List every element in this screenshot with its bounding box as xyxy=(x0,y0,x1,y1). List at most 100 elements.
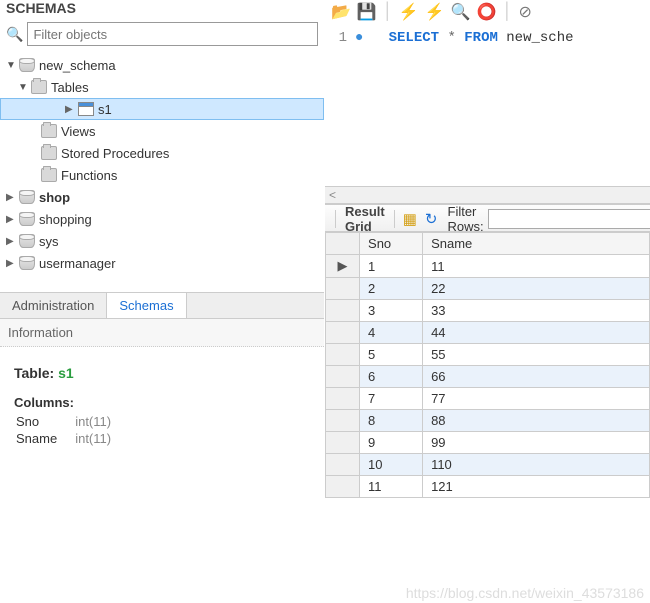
database-icon xyxy=(18,233,36,249)
schema-usermanager[interactable]: ▶ usermanager xyxy=(0,252,324,274)
row-marker[interactable] xyxy=(326,476,360,498)
table-row[interactable]: 444 xyxy=(326,322,650,344)
explain-icon[interactable]: 🔍 xyxy=(451,2,471,22)
row-marker[interactable] xyxy=(326,410,360,432)
chevron-right-icon[interactable]: ▶ xyxy=(6,258,16,269)
schema-shop[interactable]: ▶ shop xyxy=(0,186,324,208)
cell[interactable]: 11 xyxy=(360,476,423,498)
table-row[interactable]: 555 xyxy=(326,344,650,366)
folder-stored-procedures[interactable]: Stored Procedures xyxy=(0,142,324,164)
row-marker[interactable] xyxy=(326,454,360,476)
cell[interactable]: 110 xyxy=(423,454,650,476)
cell[interactable]: 77 xyxy=(423,388,650,410)
cell[interactable]: 7 xyxy=(360,388,423,410)
cell[interactable]: 55 xyxy=(423,344,650,366)
cell[interactable]: 22 xyxy=(423,278,650,300)
row-marker[interactable] xyxy=(326,388,360,410)
cell[interactable]: 3 xyxy=(360,300,423,322)
columns-list: Sno int(11) Sname int(11) xyxy=(14,412,119,448)
chevron-down-icon[interactable]: ▼ xyxy=(18,82,28,93)
schema-label: shop xyxy=(39,190,70,205)
cell[interactable]: 88 xyxy=(423,410,650,432)
information-body: Table: s1 Columns: Sno int(11) Sname int… xyxy=(0,347,324,466)
row-marker[interactable] xyxy=(326,322,360,344)
table-row[interactable]: 999 xyxy=(326,432,650,454)
result-header[interactable]: Sname xyxy=(423,233,650,255)
column-name: Sname xyxy=(16,431,63,446)
chevron-right-icon[interactable]: ▶ xyxy=(65,104,75,115)
row-header-blank xyxy=(326,233,360,255)
folder-label: Stored Procedures xyxy=(61,146,169,161)
schema-shopping[interactable]: ▶ shopping xyxy=(0,208,324,230)
cell[interactable]: 9 xyxy=(360,432,423,454)
result-grid[interactable]: Sno Sname ▶11122233344455566677788899910… xyxy=(325,232,650,498)
sql-toolbar: 📂 💾 │ ⚡ ⚡ 🔍 ⭕ │ ⊘ xyxy=(325,0,650,26)
cell[interactable]: 6 xyxy=(360,366,423,388)
table-row[interactable]: 222 xyxy=(326,278,650,300)
result-grid-bar: Result Grid ▦ ↻ Filter Rows: xyxy=(325,204,650,232)
schema-sys[interactable]: ▶ sys xyxy=(0,230,324,252)
dirty-dot-icon: ● xyxy=(355,30,363,46)
row-marker[interactable]: ▶ xyxy=(326,255,360,278)
table-row[interactable]: 777 xyxy=(326,388,650,410)
table-name-text: s1 xyxy=(58,365,74,381)
folder-icon xyxy=(40,123,58,139)
folder-label: Views xyxy=(61,124,95,139)
cell[interactable]: 99 xyxy=(423,432,650,454)
table-row[interactable]: 888 xyxy=(326,410,650,432)
columns-label: Columns: xyxy=(14,395,310,410)
table-row[interactable]: 666 xyxy=(326,366,650,388)
table-s1[interactable]: ▶ s1 xyxy=(0,98,324,120)
cell[interactable]: 44 xyxy=(423,322,650,344)
save-icon[interactable]: 💾 xyxy=(357,2,377,22)
sql-editor[interactable]: 1● SELECT * FROM new_sche xyxy=(325,26,650,186)
separator-icon: │ xyxy=(503,3,513,21)
grid-view-icon[interactable]: ▦ xyxy=(403,210,417,228)
table-row[interactable]: ▶111 xyxy=(326,255,650,278)
filter-objects-input[interactable] xyxy=(27,22,318,46)
table-row[interactable]: 11121 xyxy=(326,476,650,498)
chevron-right-icon[interactable]: ▶ xyxy=(6,236,16,247)
refresh-icon[interactable]: ↻ xyxy=(425,210,438,228)
execute-step-icon[interactable]: ⚡ xyxy=(425,2,445,22)
chevron-right-icon[interactable]: ▶ xyxy=(6,192,16,203)
sql-identifier: new_sche xyxy=(506,30,573,46)
separator-icon: │ xyxy=(383,3,393,21)
cell[interactable]: 33 xyxy=(423,300,650,322)
cell[interactable]: 10 xyxy=(360,454,423,476)
stop-icon[interactable]: ⭕ xyxy=(477,2,497,22)
row-marker[interactable] xyxy=(326,300,360,322)
chevron-down-icon[interactable]: ▼ xyxy=(6,60,16,71)
result-header[interactable]: Sno xyxy=(360,233,423,255)
folder-views[interactable]: Views xyxy=(0,120,324,142)
cell[interactable]: 8 xyxy=(360,410,423,432)
folder-functions[interactable]: Functions xyxy=(0,164,324,186)
cell[interactable]: 2 xyxy=(360,278,423,300)
table-row[interactable]: 10110 xyxy=(326,454,650,476)
cell[interactable]: 11 xyxy=(423,255,650,278)
table-row[interactable]: 333 xyxy=(326,300,650,322)
chevron-right-icon[interactable]: ▶ xyxy=(6,214,16,225)
execute-icon[interactable]: ⚡ xyxy=(399,2,419,22)
filter-rows-input[interactable] xyxy=(488,209,650,229)
limit-icon[interactable]: ⊘ xyxy=(519,2,532,22)
cell[interactable]: 5 xyxy=(360,344,423,366)
tab-administration[interactable]: Administration xyxy=(0,293,106,318)
row-marker[interactable] xyxy=(326,366,360,388)
cell[interactable]: 1 xyxy=(360,255,423,278)
cell[interactable]: 121 xyxy=(423,476,650,498)
panel-tabs: Administration Schemas xyxy=(0,292,324,319)
cell[interactable]: 66 xyxy=(423,366,650,388)
tab-schemas[interactable]: Schemas xyxy=(106,292,186,318)
folder-label: Tables xyxy=(51,80,89,95)
row-marker[interactable] xyxy=(326,432,360,454)
row-marker[interactable] xyxy=(326,344,360,366)
horizontal-scrollbar[interactable]: < xyxy=(325,186,650,204)
database-icon xyxy=(18,255,36,271)
cell[interactable]: 4 xyxy=(360,322,423,344)
folder-tables[interactable]: ▼ Tables xyxy=(0,76,324,98)
row-marker[interactable] xyxy=(326,278,360,300)
open-icon[interactable]: 📂 xyxy=(331,2,351,22)
schema-label: new_schema xyxy=(39,58,116,73)
schema-new_schema[interactable]: ▼ new_schema xyxy=(0,54,324,76)
